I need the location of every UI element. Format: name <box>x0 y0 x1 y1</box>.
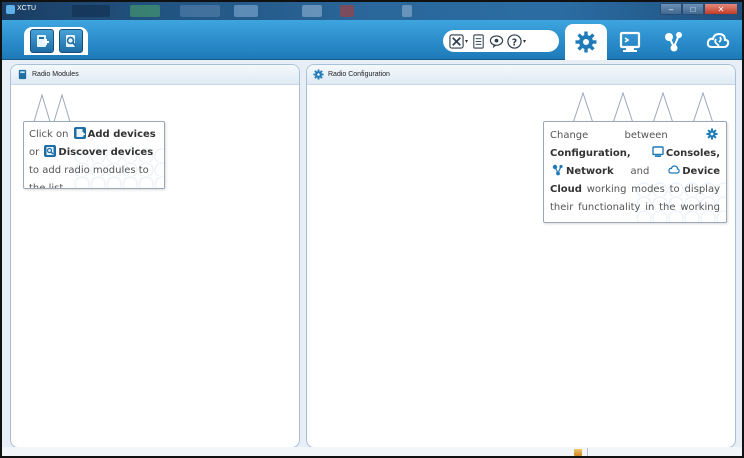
tools-icon <box>449 33 464 49</box>
tools-group: ▾ ? ▾ <box>443 30 559 52</box>
maximize-button[interactable]: □ <box>682 3 704 15</box>
gear-icon <box>706 128 718 140</box>
panel-header: Radio Modules <box>11 65 299 85</box>
help-menu[interactable]: ? ▾ <box>507 33 527 49</box>
status-bar <box>2 447 742 456</box>
background-blur <box>72 5 110 17</box>
callout-pointer <box>572 91 714 124</box>
network-icon <box>665 32 682 52</box>
discover-devices-icon <box>44 145 57 157</box>
help-icon: ? <box>507 33 522 49</box>
discover-devices-button[interactable] <box>58 29 83 53</box>
close-button[interactable]: ✕ <box>704 3 738 15</box>
callout-text-span: and <box>630 166 650 177</box>
feedback-icon <box>489 34 504 48</box>
background-blur <box>402 5 412 17</box>
add-devices-button[interactable] <box>29 29 54 53</box>
add-device-icon <box>36 35 49 47</box>
background-blur <box>130 5 160 17</box>
discover-devices-link[interactable]: Discover devices <box>58 147 153 158</box>
help-callout: Click on Add devices or Discover devices… <box>23 121 165 189</box>
help-caret: ▾ <box>523 37 527 45</box>
svg-text:?: ? <box>512 37 517 48</box>
help-callout: Change between Configuration, Consoles, … <box>543 121 727 223</box>
background-blur <box>302 5 322 17</box>
callout-text-span: Click on <box>29 129 69 140</box>
app-icon <box>6 5 15 14</box>
tools-caret: ▾ <box>465 37 469 45</box>
cloud-icon <box>668 164 680 176</box>
profile-button[interactable] <box>471 33 486 49</box>
device-actions <box>24 27 88 55</box>
configuration-label: Configuration, <box>550 148 631 159</box>
tab-device-cloud[interactable] <box>697 24 739 60</box>
callout-text: Change between Configuration, Consoles, … <box>550 127 720 222</box>
window-controls: – □ ✕ <box>660 3 738 15</box>
working-mode-tabs <box>565 24 739 60</box>
app-window: XCTU – □ ✕ ▾ ? ▾ Radio Modules Click on … <box>0 0 744 458</box>
status-separator <box>587 448 588 456</box>
panel-title: Radio Configuration <box>328 71 390 78</box>
tab-consoles[interactable] <box>609 24 651 60</box>
console-icon <box>619 31 641 52</box>
notification-icon[interactable] <box>574 449 582 456</box>
cloud-icon <box>706 32 730 48</box>
callout-text-span: Change between <box>550 130 668 141</box>
network-icon <box>552 164 564 176</box>
background-blur <box>234 5 258 17</box>
radio-configuration-panel: Radio Configuration Change between Confi… <box>306 64 736 448</box>
working-area: Radio Modules Click on Add devices or Di… <box>2 60 742 456</box>
feedback-button[interactable] <box>489 34 504 49</box>
gear-icon <box>575 31 597 53</box>
radio-module-icon <box>18 69 27 80</box>
tab-network[interactable] <box>653 24 695 60</box>
consoles-label: Consoles, <box>665 148 720 159</box>
main-toolbar: ▾ ? ▾ <box>2 20 742 60</box>
window-title: XCTU <box>17 5 37 12</box>
console-icon <box>652 146 664 158</box>
add-device-icon <box>73 127 86 139</box>
callout-text-span: working modes <box>586 184 665 195</box>
callout-text: Click on Add devices or Discover devices… <box>29 126 159 188</box>
discover-devices-icon <box>65 35 76 47</box>
background-blur <box>340 5 354 17</box>
background-blur <box>180 5 220 17</box>
gear-icon <box>313 69 324 80</box>
callout-text-span: or <box>29 147 40 158</box>
network-label: Network <box>566 166 614 177</box>
callout-text-span: to add <box>29 165 62 176</box>
title-bar: XCTU – □ ✕ <box>2 2 742 20</box>
tools-menu[interactable]: ▾ <box>449 33 469 49</box>
add-devices-link[interactable]: Add devices <box>88 129 156 140</box>
tab-configuration[interactable] <box>565 24 607 60</box>
profile-icon <box>473 33 484 49</box>
radio-modules-panel: Radio Modules Click on Add devices or Di… <box>10 64 300 448</box>
panel-title: Radio Modules <box>32 71 79 78</box>
minimize-button[interactable]: – <box>660 3 682 15</box>
panel-header: Radio Configuration <box>307 65 735 85</box>
